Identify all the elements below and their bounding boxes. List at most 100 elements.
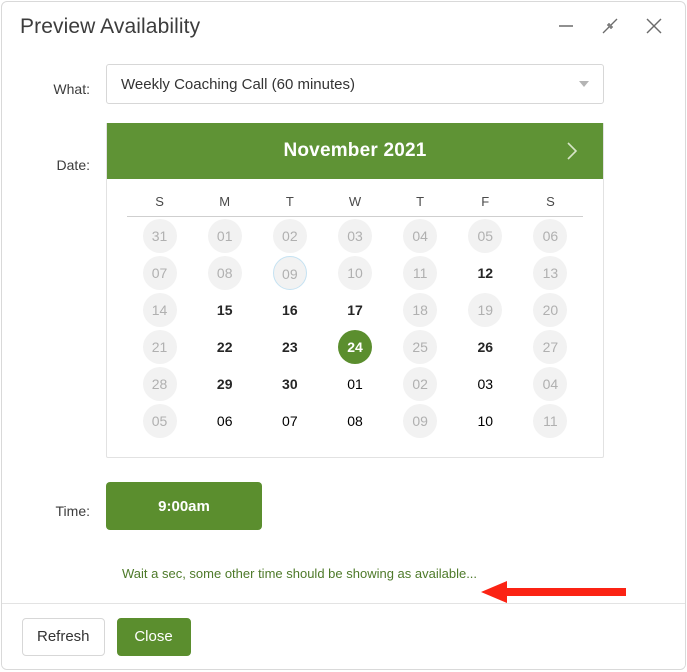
calendar-cell: 05 — [453, 217, 518, 255]
calendar-day-plain: 08 — [347, 412, 363, 429]
calendar-cell: 11 — [518, 402, 583, 439]
calendar-cell: 22 — [192, 328, 257, 365]
calendar-weekday: M — [192, 193, 258, 217]
time-slot-button[interactable]: 9:00am — [106, 482, 262, 530]
calendar-day-available[interactable]: 22 — [208, 330, 242, 364]
calendar-day-available[interactable]: 23 — [273, 330, 307, 364]
time-label: Time: — [55, 503, 90, 519]
minimize-button[interactable] — [553, 13, 579, 39]
calendar-cell: 05 — [127, 402, 192, 439]
calendar-cell: 12 — [453, 254, 518, 291]
note-row: Wait a sec, some other time should be sh… — [2, 566, 685, 581]
close-icon — [646, 18, 662, 34]
calendar-week-row: 21 22 23 24 25 26 27 — [127, 328, 583, 365]
annotation-arrow-left — [481, 581, 626, 603]
calendar-day-muted: 02 — [403, 366, 438, 401]
dialog-footer: Refresh Close — [2, 603, 685, 669]
calendar-cell: 24 — [322, 328, 387, 365]
calendar-cell: 11 — [388, 254, 453, 291]
calendar-cell: 25 — [388, 328, 453, 365]
calendar-day-muted: 31 — [142, 218, 177, 253]
calendar-cell: 03 — [322, 217, 387, 255]
calendar-day-available[interactable]: 30 — [273, 367, 307, 401]
calendar-day-plain: 03 — [477, 375, 494, 392]
calendar-day-muted: 04 — [533, 366, 568, 401]
availability-note: Wait a sec, some other time should be sh… — [122, 566, 478, 581]
calendar-cell: 19 — [453, 291, 518, 328]
calendar-header: November 2021 — [107, 123, 603, 179]
calendar-cell: 26 — [453, 328, 518, 365]
calendar-cell: 15 — [192, 291, 257, 328]
date-field-row: Date: November 2021 SMTWTFS 31 01 02 03 … — [2, 123, 685, 458]
calendar-cell: 03 — [453, 365, 518, 402]
calendar-day-available[interactable]: 16 — [273, 293, 307, 327]
calendar-day-available[interactable]: 15 — [208, 293, 242, 327]
collapse-button[interactable] — [597, 13, 623, 39]
calendar-day-muted: 05 — [468, 218, 503, 253]
calendar-cell: 29 — [192, 365, 257, 402]
calendar-cell: 14 — [127, 291, 192, 328]
calendar-table: SMTWTFS 31 01 02 03 04 05 06 07 08 09 10 11 12 13 14 15… — [127, 193, 583, 439]
event-type-select[interactable]: Weekly Coaching Call (60 minutes) — [106, 64, 604, 104]
date-picker: November 2021 SMTWTFS 31 01 02 03 04 05 06 07 08… — [106, 123, 604, 458]
calendar-cell: 28 — [127, 365, 192, 402]
calendar-weekday: S — [127, 193, 193, 217]
calendar-cell: 13 — [518, 254, 583, 291]
chevron-down-icon — [579, 81, 589, 87]
calendar-cell: 08 — [192, 254, 257, 291]
calendar-weekday-header-row: SMTWTFS — [127, 193, 583, 217]
calendar-cell: 06 — [192, 402, 257, 439]
calendar-day-muted: 19 — [468, 292, 503, 327]
time-field-row: Time: 9:00am — [2, 482, 685, 530]
calendar-day-available[interactable]: 17 — [338, 293, 372, 327]
calendar-cell: 01 — [322, 365, 387, 402]
minimize-icon — [559, 25, 573, 27]
calendar-week-row: 05 06 07 08 09 10 11 — [127, 402, 583, 439]
calendar-cell: 18 — [388, 291, 453, 328]
next-month-button[interactable] — [555, 123, 589, 179]
calendar-grid-wrapper: SMTWTFS 31 01 02 03 04 05 06 07 08 09 10 11 12 13 14 15… — [107, 179, 603, 457]
calendar-day-muted: 08 — [207, 255, 242, 290]
calendar-cell: 21 — [127, 328, 192, 365]
calendar-cell: 07 — [257, 402, 322, 439]
chevron-right-icon — [567, 142, 578, 160]
calendar-week-row: 14 15 16 17 18 19 20 — [127, 291, 583, 328]
calendar-day-muted: 14 — [142, 292, 177, 327]
calendar-cell: 06 — [518, 217, 583, 255]
calendar-weekday: T — [387, 193, 453, 217]
what-label: What: — [53, 81, 90, 97]
calendar-day-muted: 11 — [403, 255, 438, 290]
calendar-day-muted: 25 — [403, 329, 438, 364]
calendar-weekday: T — [257, 193, 323, 217]
calendar-cell: 30 — [257, 365, 322, 402]
calendar-day-plain: 01 — [347, 375, 363, 392]
close-button[interactable] — [641, 13, 667, 39]
calendar-day-muted: 28 — [142, 366, 177, 401]
calendar-day-muted: 02 — [272, 218, 307, 253]
close-dialog-button[interactable]: Close — [116, 617, 191, 656]
collapse-arrows-icon — [602, 18, 618, 34]
calendar-cell: 01 — [192, 217, 257, 255]
calendar-day-muted: 11 — [533, 403, 568, 438]
calendar-cell: 16 — [257, 291, 322, 328]
calendar-weekday: S — [517, 193, 583, 217]
calendar-day-muted: 03 — [337, 218, 372, 253]
calendar-cell: 27 — [518, 328, 583, 365]
preview-availability-dialog: Preview Availability What: Weekly Coachi… — [1, 1, 686, 670]
calendar-day-muted: 05 — [142, 403, 177, 438]
calendar-day-available[interactable]: 12 — [468, 256, 502, 290]
calendar-cell: 07 — [127, 254, 192, 291]
calendar-day-selected[interactable]: 24 — [337, 329, 372, 364]
calendar-week-row: 31 01 02 03 04 05 06 — [127, 217, 583, 255]
calendar-day-plain: 10 — [477, 412, 494, 429]
calendar-day-muted: 27 — [533, 329, 568, 364]
calendar-day-muted: 10 — [337, 255, 372, 290]
calendar-day-today: 09 — [272, 255, 307, 290]
calendar-day-muted: 04 — [403, 218, 438, 253]
calendar-day-available[interactable]: 26 — [468, 330, 502, 364]
refresh-button[interactable]: Refresh — [22, 617, 105, 656]
window-controls — [553, 13, 671, 39]
calendar-cell: 10 — [322, 254, 387, 291]
calendar-day-muted: 09 — [403, 403, 438, 438]
calendar-day-available[interactable]: 29 — [208, 367, 242, 401]
